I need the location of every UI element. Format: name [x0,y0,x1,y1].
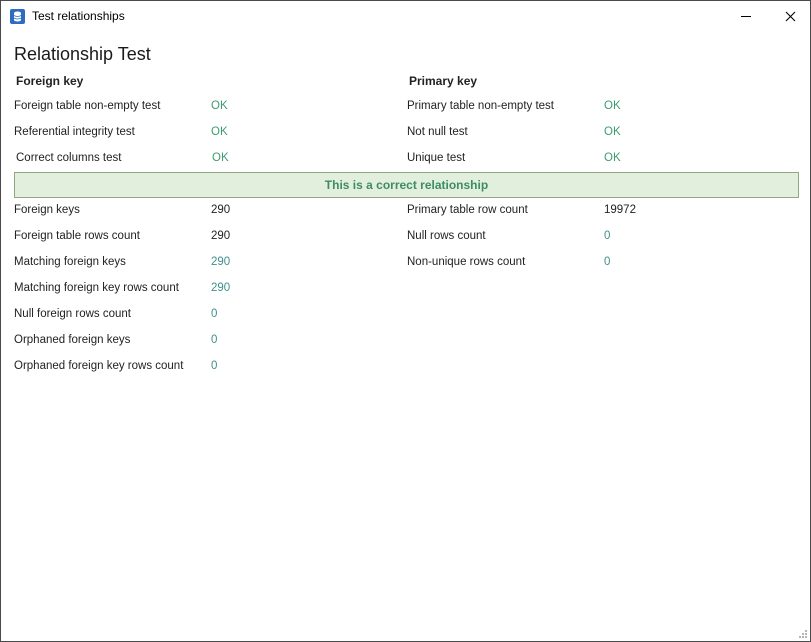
pk-test-value-nonempty: OK [604,100,621,112]
pk-stat-label-row-count: Primary table row count [407,204,528,216]
fk-stat-label-matching-rows: Matching foreign key rows count [14,282,179,294]
fk-test-label-integrity: Referential integrity test [14,126,135,138]
fk-stat-label-null-rows: Null foreign rows count [14,308,131,320]
database-icon [10,9,25,24]
foreign-key-header: Foreign key [16,74,84,88]
pk-stat-value-nonunique-rows: 0 [604,256,611,268]
fk-stat-value-matching-rows: 290 [211,282,231,294]
fk-stat-value-null-rows: 0 [211,308,218,320]
pk-test-label-notnull: Not null test [407,126,468,138]
fk-stat-value-matching-keys: 290 [211,256,231,268]
fk-stat-label-matching-keys: Matching foreign keys [14,256,126,268]
fk-stat-label-orphaned-rows: Orphaned foreign key rows count [14,360,184,372]
test-relationships-window: Test relationships Relationship Test For… [0,0,811,642]
close-button[interactable] [767,1,811,32]
page-title: Relationship Test [14,44,151,64]
fk-test-value-columns: OK [212,152,229,164]
pk-stat-label-null-rows: Null rows count [407,230,486,242]
result-banner: This is a correct relationship [14,172,799,198]
fk-test-label-nonempty: Foreign table non-empty test [14,100,161,112]
fk-stat-label-foreign-keys: Foreign keys [14,204,80,216]
title-bar[interactable]: Test relationships [1,1,810,32]
pk-stat-value-null-rows: 0 [604,230,611,242]
close-icon [785,11,796,22]
pk-test-label-unique: Unique test [407,152,466,164]
fk-stat-value-table-rows: 290 [211,230,231,242]
minimize-icon [741,16,751,17]
result-banner-text: This is a correct relationship [324,178,489,192]
pk-test-label-nonempty: Primary table non-empty test [407,100,555,112]
primary-key-header: Primary key [409,74,478,88]
pk-stat-label-nonunique-rows: Non-unique rows count [407,256,526,268]
resize-grip-icon[interactable] [798,629,808,639]
pk-test-value-unique: OK [604,152,621,164]
fk-test-value-nonempty: OK [211,100,228,112]
fk-stat-label-orphaned-keys: Orphaned foreign keys [14,334,131,346]
pk-test-value-notnull: OK [604,126,621,138]
window-title: Test relationships [32,9,125,23]
fk-test-label-columns: Correct columns test [16,152,122,164]
fk-stat-value-foreign-keys: 290 [211,204,231,216]
fk-stat-label-table-rows: Foreign table rows count [14,230,140,242]
fk-test-value-integrity: OK [211,126,228,138]
minimize-button[interactable] [723,1,769,32]
fk-stat-value-orphaned-keys: 0 [211,334,218,346]
fk-stat-value-orphaned-rows: 0 [211,360,218,372]
pk-stat-value-row-count: 19972 [604,204,636,216]
